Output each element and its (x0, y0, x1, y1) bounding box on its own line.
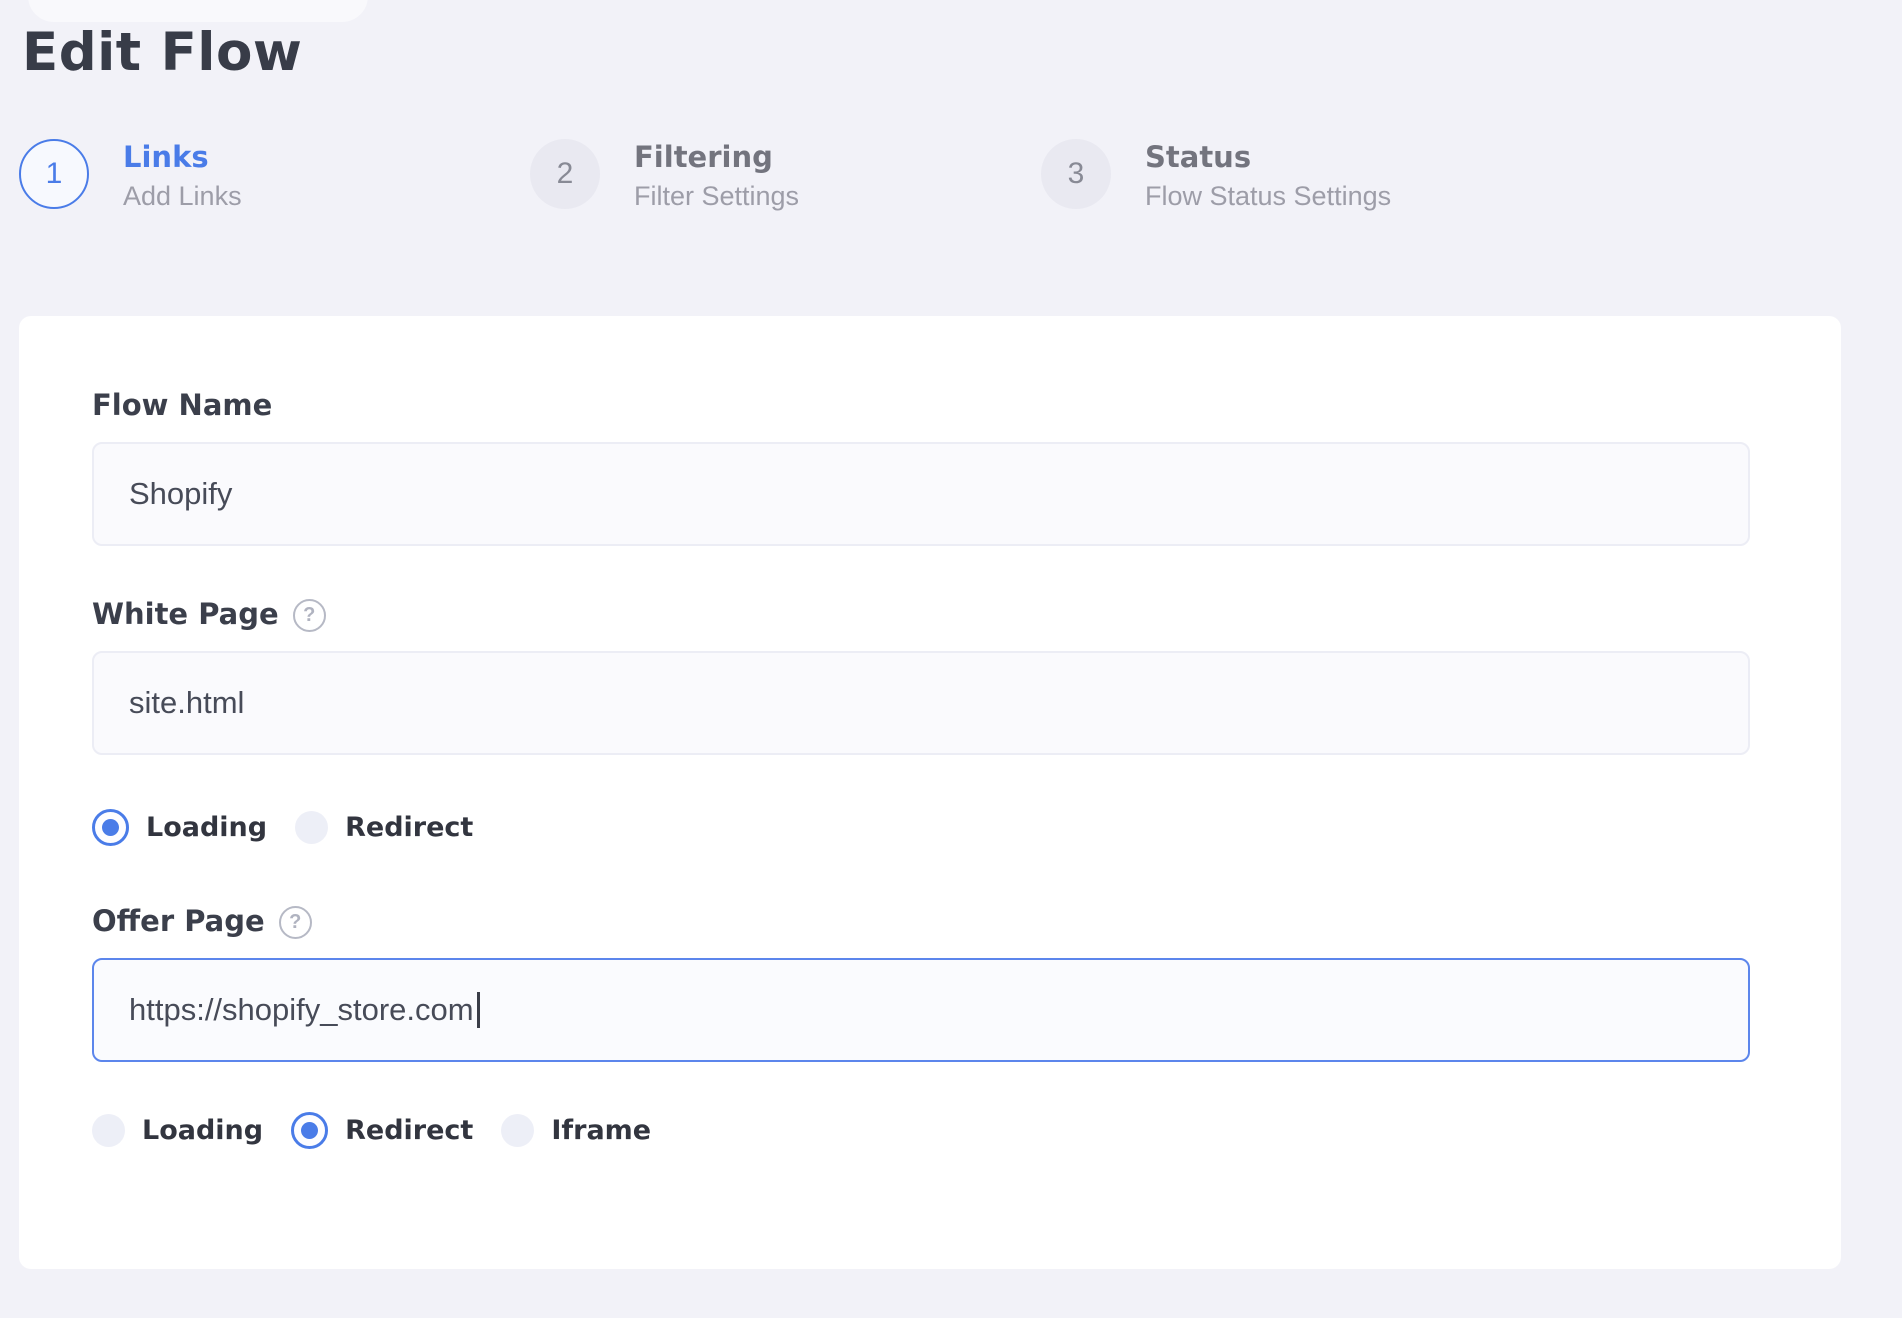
step-number: 3 (1067, 157, 1085, 190)
text-caret (476, 992, 480, 1028)
step-2-badge: 2 (530, 139, 600, 209)
flow-name-value: Shopify (129, 476, 233, 511)
flow-name-input[interactable]: Shopify (92, 442, 1750, 546)
radio-label: Loading (142, 1114, 264, 1146)
offer-page-radio-iframe[interactable]: Iframe (501, 1113, 652, 1147)
step-number: 1 (45, 157, 63, 190)
radio-selected-icon (291, 1111, 329, 1149)
offer-page-mode-options: Loading Redirect Iframe (92, 1108, 1841, 1152)
stepper: 1 Links Add Links 2 Filtering Filter Set… (0, 139, 1902, 219)
step-subtitle: Filter Settings (634, 181, 800, 211)
radio-unselected-icon (501, 1113, 535, 1147)
offer-page-radio-redirect[interactable]: Redirect (291, 1111, 474, 1149)
step-3-text: Status Flow Status Settings (1145, 139, 1391, 212)
radio-label: Redirect (345, 1114, 474, 1146)
offer-page-radio-loading[interactable]: Loading (92, 1113, 264, 1147)
radio-unselected-icon (92, 1113, 125, 1147)
page-title: Edit Flow (22, 22, 303, 83)
offer-page-help-icon[interactable]: ? (278, 905, 312, 939)
offer-page-label: Offer Page (92, 904, 265, 938)
stepper-step-status[interactable]: 3 Status Flow Status Settings (1041, 139, 1391, 212)
stepper-step-links[interactable]: 1 Links Add Links (19, 139, 242, 212)
flow-form-card: Flow Name Shopify White Page ? site.html… (19, 316, 1841, 1269)
step-number: 2 (556, 157, 574, 190)
step-title: Status (1145, 140, 1252, 174)
white-page-label: White Page (92, 597, 279, 631)
flow-name-label-row: Flow Name (92, 385, 1841, 425)
radio-label: Redirect (345, 811, 474, 843)
decorative-blob (28, 0, 368, 22)
radio-unselected-icon (295, 810, 329, 844)
flow-name-label: Flow Name (92, 388, 273, 422)
white-page-value: site.html (129, 685, 245, 720)
white-page-radio-loading[interactable]: Loading (92, 808, 268, 846)
radio-label: Loading (146, 811, 268, 843)
offer-page-input[interactable]: https://shopify_store.com (92, 958, 1750, 1062)
white-page-label-row: White Page ? (92, 594, 1841, 634)
offer-page-label-row: Offer Page ? (92, 901, 1841, 941)
offer-page-value: https://shopify_store.com (129, 992, 474, 1027)
step-3-badge: 3 (1041, 139, 1111, 209)
white-page-mode-options: Loading Redirect (92, 805, 1841, 849)
step-subtitle: Add Links (123, 181, 242, 211)
step-1-text: Links Add Links (123, 139, 242, 212)
step-title: Filtering (634, 140, 773, 174)
step-1-badge: 1 (19, 139, 89, 209)
radio-selected-icon (92, 808, 129, 846)
white-page-help-icon[interactable]: ? (292, 598, 326, 632)
stepper-step-filtering[interactable]: 2 Filtering Filter Settings (530, 139, 799, 212)
step-2-text: Filtering Filter Settings (634, 139, 799, 212)
step-subtitle: Flow Status Settings (1145, 181, 1392, 211)
radio-label: Iframe (551, 1114, 652, 1146)
white-page-input[interactable]: site.html (92, 651, 1750, 755)
white-page-radio-redirect[interactable]: Redirect (295, 810, 474, 844)
step-title: Links (123, 140, 209, 174)
